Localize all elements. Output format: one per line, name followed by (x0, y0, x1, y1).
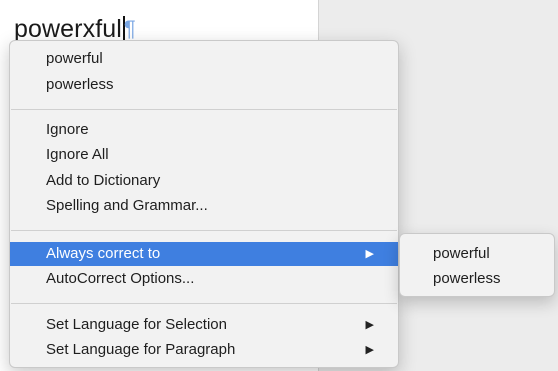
menu-item-label: AutoCorrect Options... (46, 270, 195, 287)
submenu-item-label: powerless (433, 270, 501, 287)
menu-item-label: Ignore (46, 121, 89, 138)
menu-autocorrect-options[interactable]: AutoCorrect Options... (10, 267, 398, 291)
menu-suggestion-powerless[interactable]: powerless (10, 73, 398, 97)
misspelled-word[interactable]: powerxful (14, 15, 122, 43)
menu-item-label: Add to Dictionary (46, 172, 161, 189)
menu-separator (11, 230, 397, 231)
menu-suggestion-powerful[interactable]: powerful (10, 47, 398, 71)
submenu-arrow-icon: ▶ (365, 344, 374, 356)
menu-item-label: Always correct to (46, 245, 161, 262)
always-correct-submenu: powerful powerless (399, 233, 555, 297)
menu-separator (11, 109, 397, 110)
menu-item-label: Set Language for Selection (46, 316, 227, 333)
submenu-item-label: powerful (433, 245, 490, 262)
menu-separator (11, 303, 397, 304)
menu-set-language-selection[interactable]: Set Language for Selection ▶ (10, 313, 398, 337)
menu-ignore-all[interactable]: Ignore All (10, 143, 398, 167)
menu-spelling-and-grammar[interactable]: Spelling and Grammar... (10, 194, 398, 218)
menu-item-label: Ignore All (46, 146, 109, 163)
submenu-item-powerless[interactable]: powerless (400, 268, 554, 290)
submenu-item-powerful[interactable]: powerful (400, 243, 554, 265)
menu-add-to-dictionary[interactable]: Add to Dictionary (10, 169, 398, 193)
menu-always-correct-to[interactable]: Always correct to ▶ (10, 242, 398, 266)
submenu-arrow-icon: ▶ (365, 248, 374, 260)
menu-item-label: Set Language for Paragraph (46, 341, 236, 358)
menu-ignore[interactable]: Ignore (10, 118, 398, 142)
submenu-arrow-icon: ▶ (365, 319, 374, 331)
menu-item-label: Spelling and Grammar... (46, 197, 208, 214)
menu-item-label: powerful (46, 50, 103, 67)
menu-item-label: powerless (46, 76, 114, 93)
menu-set-language-paragraph[interactable]: Set Language for Paragraph ▶ (10, 338, 398, 362)
spelling-context-menu: powerful powerless Ignore Ignore All Add… (9, 40, 399, 368)
